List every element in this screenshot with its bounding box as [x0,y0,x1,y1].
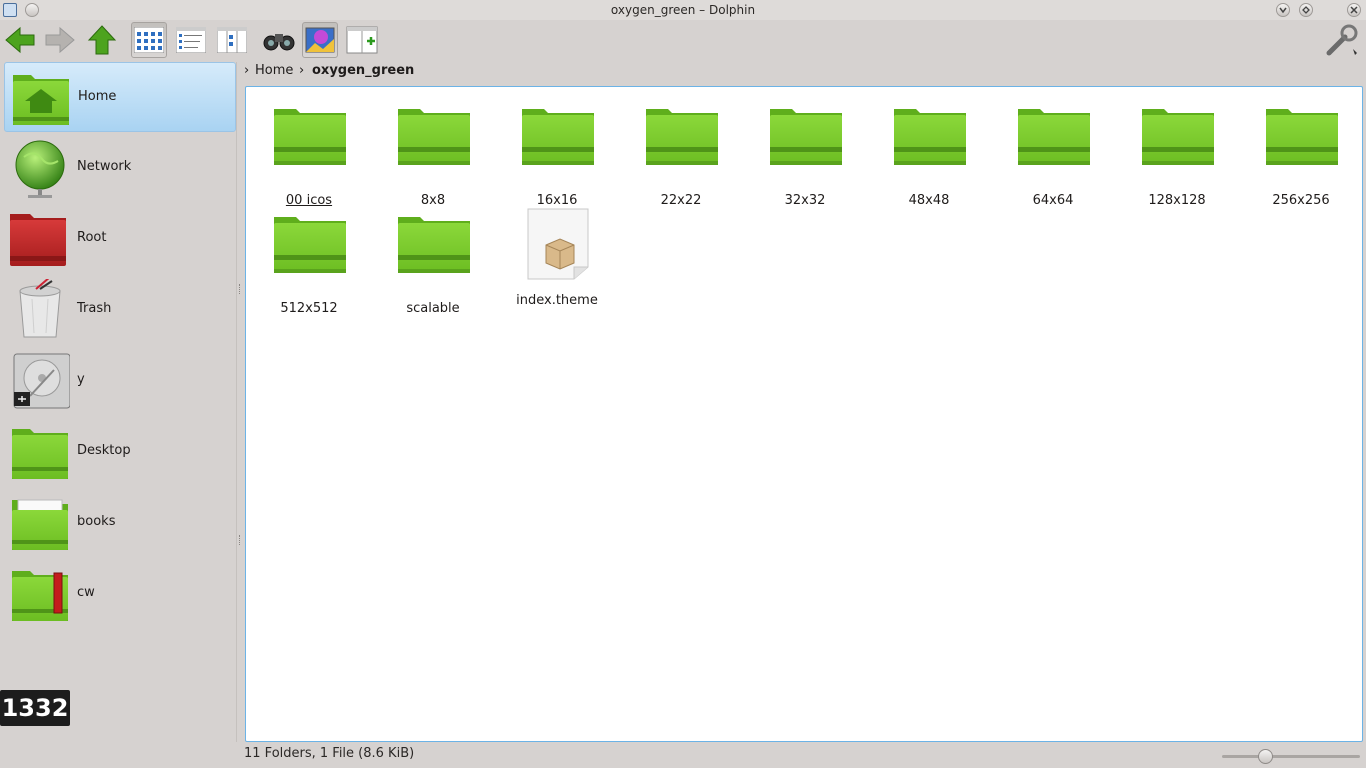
item-label: 32x32 [784,193,826,208]
places-panel: Home Network Root Trash y Desktop books … [2,62,237,742]
find-button[interactable] [261,22,297,58]
status-text: 11 Folders, 1 File (8.6 KiB) [244,746,415,761]
splitter-handle[interactable] [239,284,241,294]
item-label: 00 icos [285,193,333,208]
list-item[interactable]: 512x512 [246,211,348,316]
item-label: index.theme [516,293,598,308]
details-view-icon [176,27,206,53]
sidebar-item-label: Trash [77,301,112,316]
arrow-left-icon [5,26,35,54]
breadcrumb-item-home[interactable]: Home [255,63,293,78]
list-item[interactable]: scalable [370,211,472,316]
sidebar-item-label: y [77,372,85,387]
sidebar-item-network[interactable]: Network [4,133,236,203]
folder-icon [1264,103,1340,167]
list-item[interactable]: index.theme [494,207,598,308]
minimize-icon[interactable] [1276,3,1290,17]
toolbar [0,20,1366,62]
sidebar-item-label: Root [77,230,107,245]
sidebar-item-label: Home [78,89,117,104]
sidebar-item-y[interactable]: y [4,346,236,416]
split-button[interactable] [344,22,380,58]
settings-button[interactable] [1324,22,1360,58]
splitter-handle[interactable] [239,535,241,545]
preview-button[interactable] [302,22,338,58]
folder-icon [1140,103,1216,167]
maximize-icon[interactable] [1299,3,1313,17]
item-label: 16x16 [536,193,578,208]
title-bar: oxygen_green – Dolphin [0,0,1366,20]
item-label: 48x48 [908,193,950,208]
desktop-folder-icon [12,429,68,479]
sidebar-item-label: cw [77,585,95,600]
list-item[interactable]: 32x32 [742,103,844,208]
network-globe-icon [15,140,65,198]
sidebar-item-cw[interactable]: cw [4,559,236,629]
breadcrumb-chevron-icon[interactable]: › [299,63,304,78]
folder-icon [892,103,968,167]
forward-button[interactable] [42,22,78,58]
split-view-icon [346,26,378,54]
folder-icon [396,103,472,167]
list-item[interactable]: 22x22 [618,103,720,208]
zoom-slider[interactable] [1222,755,1360,758]
folder-icon [520,103,596,167]
item-label: 64x64 [1032,193,1074,208]
arrow-up-icon [87,25,117,55]
cw-folder-icon [12,571,68,621]
folder-icon [396,211,472,275]
item-label: 512x512 [280,301,338,316]
folder-icon [1016,103,1092,167]
icons-view-button[interactable] [131,22,167,58]
list-item[interactable]: 128x128 [1114,103,1216,208]
item-label: scalable [406,301,460,316]
up-button[interactable] [84,22,120,58]
home-folder-icon [13,75,69,125]
sidebar-item-label: Desktop [77,443,131,458]
list-item[interactable]: 16x16 [494,103,596,208]
breadcrumb-chevron-icon[interactable]: › [244,63,249,78]
zoom-slider-handle[interactable] [1258,749,1273,764]
close-icon[interactable] [1347,3,1361,17]
details-view-button[interactable] [173,22,209,58]
folder-icon [768,103,844,167]
item-label: 256x256 [1272,193,1330,208]
columns-view-button[interactable] [214,22,250,58]
file-view[interactable]: 00 icos 8x8 16x16 22x22 32x32 48x48 64x6… [245,86,1363,742]
folder-icon [272,211,348,275]
window-title: oxygen_green – Dolphin [610,3,756,17]
binoculars-icon [263,34,295,51]
sidebar-item-trash[interactable]: Trash [4,275,236,345]
breadcrumb: › Home › oxygen_green [244,62,1344,82]
hard-drive-icon [13,353,70,409]
item-label: 128x128 [1148,193,1206,208]
sidebar-item-books[interactable]: books [4,488,236,558]
breadcrumb-item-current[interactable]: oxygen_green [312,63,414,78]
arrow-right-icon [45,26,75,54]
preview-icon [305,27,335,53]
books-folder-icon [12,499,68,550]
sidebar-item-root[interactable]: Root [4,204,236,274]
sidebar-item-home[interactable]: Home [4,62,236,132]
folder-icon [644,103,720,167]
columns-view-icon [217,27,247,53]
package-file-icon [527,208,589,280]
trash-icon [19,279,61,338]
list-item[interactable]: 48x48 [866,103,968,208]
list-item[interactable]: 256x256 [1238,103,1340,208]
item-label: 22x22 [660,193,702,208]
list-item[interactable]: 8x8 [370,103,472,208]
sidebar-item-label: books [77,514,116,529]
list-item[interactable]: 00 icos [246,103,348,208]
folder-icon [272,103,348,167]
item-label: 8x8 [420,193,446,208]
list-item[interactable]: 64x64 [990,103,1092,208]
back-button[interactable] [2,22,38,58]
wrench-icon [1326,24,1358,56]
sidebar-item-label: Network [77,159,132,174]
icons-view-icon [134,27,164,53]
sidebar-item-desktop[interactable]: Desktop [4,417,236,487]
osd-counter: 1332 [0,690,70,726]
red-folder-icon [10,214,66,266]
